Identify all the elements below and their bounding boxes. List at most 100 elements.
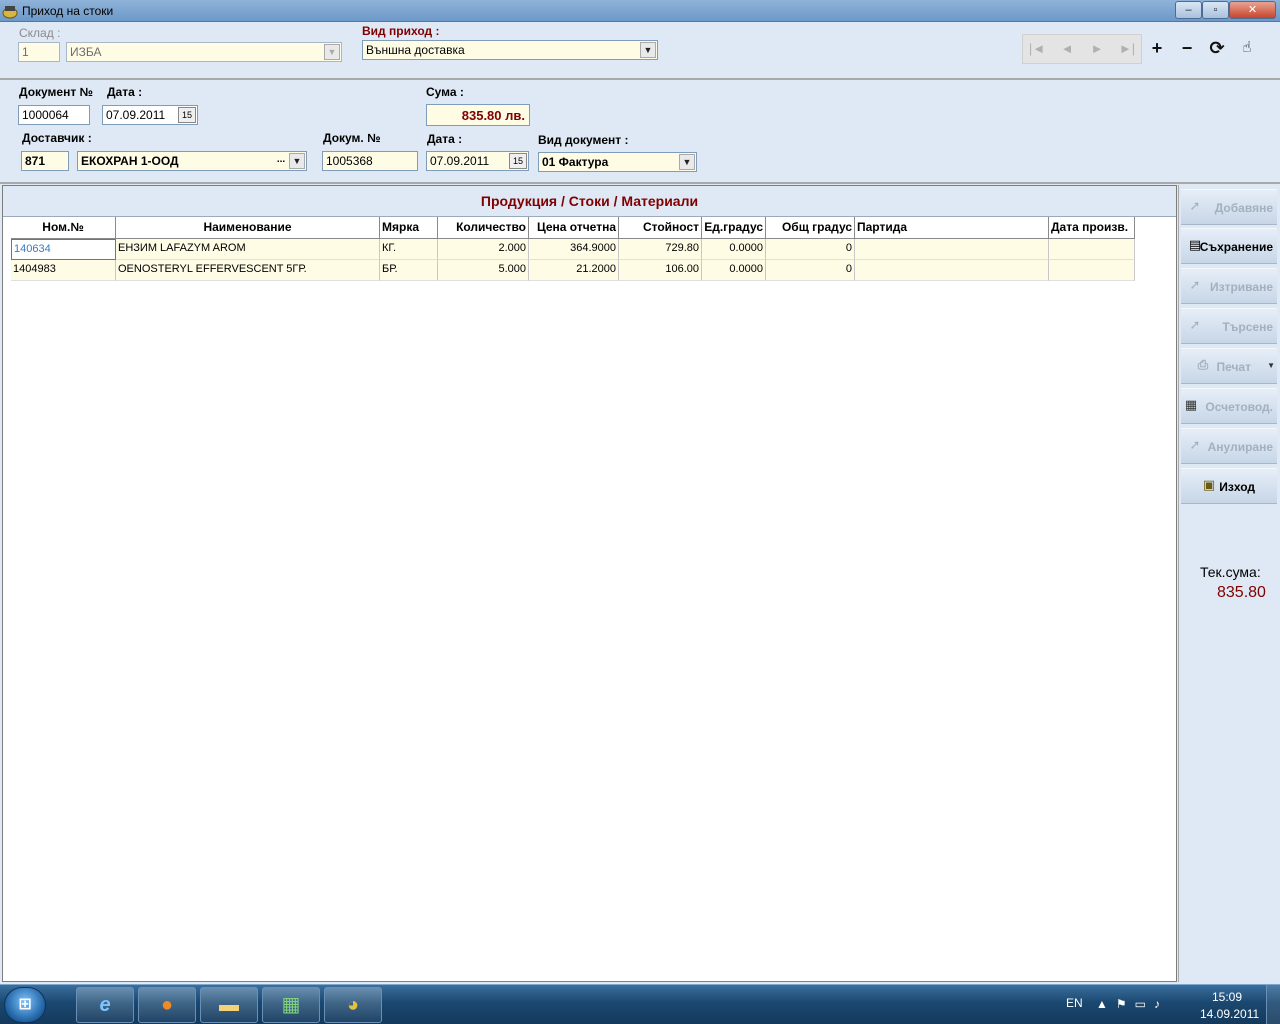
ext-doc-no-label: Докум. № — [323, 131, 381, 145]
cell-total-degree[interactable]: 0 — [766, 260, 855, 281]
income-type-value: Външна доставка — [366, 43, 465, 57]
minimize-button[interactable]: – — [1175, 1, 1202, 19]
save-button[interactable]: ▤ Съхранение — [1181, 228, 1277, 264]
chevron-down-icon[interactable]: ▼ — [289, 153, 305, 169]
taskbar-network-app-button[interactable]: ▦ — [262, 987, 320, 1023]
cell-unit[interactable]: БР. — [380, 260, 438, 281]
cell-price[interactable]: 364.9000 — [529, 239, 619, 260]
hand-icon[interactable]: ☝ — [1236, 38, 1258, 58]
chevron-down-icon[interactable]: ▼ — [679, 154, 695, 170]
ext-doc-no-field[interactable]: 1005368 — [322, 151, 418, 171]
add-button[interactable]: ➚ Добавяне — [1181, 189, 1277, 225]
network-icon[interactable]: ▭ — [1135, 997, 1154, 1011]
flag-icon[interactable]: ⚑ — [1116, 997, 1135, 1011]
doc-type-label: Вид документ : — [538, 133, 629, 147]
supplier-name: ЕКОХРАН 1-ООД — [81, 154, 179, 168]
show-hidden-icons-icon[interactable]: ▲ — [1096, 997, 1116, 1011]
window-title: Приход на стоки — [22, 4, 114, 18]
doc-no-field[interactable]: 1000064 — [18, 105, 90, 125]
browse-icon[interactable]: ... — [274, 153, 288, 169]
column-header[interactable]: Дата произв. — [1049, 217, 1135, 239]
taskbar-active-app-button[interactable]: ◕ — [324, 987, 382, 1023]
cell-production-date[interactable] — [1049, 239, 1135, 260]
column-header[interactable]: Ном.№ — [11, 217, 116, 239]
cell-value[interactable]: 729.80 — [619, 239, 702, 260]
remove-record-icon[interactable]: − — [1176, 38, 1198, 58]
clock-time[interactable]: 15:09 — [1212, 990, 1242, 1004]
cell-price[interactable]: 21.2000 — [529, 260, 619, 281]
cell-code[interactable]: 140634 — [11, 239, 116, 260]
taskbar-ie-button[interactable]: e — [76, 987, 134, 1023]
first-record-icon[interactable]: |◄ — [1027, 41, 1047, 56]
ext-date-value: 07.09.2011 — [430, 154, 490, 168]
chevron-down-icon[interactable]: ▼ — [324, 44, 340, 60]
refresh-icon[interactable]: ⟳ — [1206, 38, 1228, 58]
network-app-icon: ▦ — [281, 994, 301, 1016]
language-indicator[interactable]: EN — [1066, 996, 1083, 1010]
cancel-button[interactable]: ➚ Анулиране — [1181, 428, 1277, 464]
column-header[interactable]: Мярка — [380, 217, 438, 239]
taskbar-explorer-button[interactable]: ▬ — [200, 987, 258, 1023]
column-header[interactable]: Цена отчетна — [529, 217, 619, 239]
taskbar: ⊞ e ● ▬ ▦ ◕ EN ▲⚑▭♪ 15:09 14.09.2011 — [0, 984, 1280, 1024]
cell-total-degree[interactable]: 0 — [766, 239, 855, 260]
accounting-icon: ▦ — [1184, 397, 1198, 412]
taskbar-firefox-button[interactable]: ● — [138, 987, 196, 1023]
cell-batch[interactable] — [855, 260, 1049, 281]
clock-date[interactable]: 14.09.2011 — [1200, 1007, 1259, 1021]
chevron-down-icon[interactable]: ▼ — [640, 42, 656, 58]
column-header[interactable]: Количество — [438, 217, 529, 239]
column-header[interactable]: Общ градус — [766, 217, 855, 239]
maximize-button[interactable]: ▫ — [1202, 1, 1229, 19]
calendar-icon[interactable]: 15 — [178, 107, 196, 123]
column-header[interactable]: Партида — [855, 217, 1049, 239]
search-button[interactable]: ➚ Търсене — [1181, 308, 1277, 344]
cell-production-date[interactable] — [1049, 260, 1135, 281]
document-panel: Документ № Дата : 1000064 07.09.2011 15 … — [0, 80, 1280, 184]
next-record-icon[interactable]: ► — [1087, 41, 1107, 56]
cell-name[interactable]: OENOSTERYL EFFERVESCENT 5ГР. — [116, 260, 380, 281]
chevron-down-icon[interactable]: ▼ — [1267, 361, 1275, 370]
cell-batch[interactable] — [855, 239, 1049, 260]
current-sum-value: 835.80 — [1217, 584, 1266, 601]
cell-name[interactable]: ЕНЗИМ LAFAZYM AROM — [116, 239, 380, 260]
warehouse-label: Склад : — [19, 26, 61, 40]
prev-record-icon[interactable]: ◄ — [1057, 41, 1077, 56]
search-icon: ➚ — [1189, 317, 1201, 332]
cell-quantity[interactable]: 2.000 — [438, 239, 529, 260]
cell-quantity[interactable]: 5.000 — [438, 260, 529, 281]
cell-unit-degree[interactable]: 0.0000 — [702, 239, 766, 260]
firefox-icon: ● — [160, 994, 174, 1016]
ext-date-field[interactable]: 07.09.2011 15 — [426, 151, 529, 171]
supplier-select[interactable]: ЕКОХРАН 1-ООД ... ▼ — [77, 151, 307, 171]
cell-code[interactable]: 1404983 — [11, 260, 116, 281]
date-field[interactable]: 07.09.2011 15 — [102, 105, 198, 125]
income-type-label: Вид приход : — [362, 24, 440, 38]
show-desktop-button[interactable] — [1266, 985, 1280, 1024]
add-record-icon[interactable]: + — [1146, 38, 1168, 58]
warehouse-code-field[interactable]: 1 — [18, 42, 60, 62]
doc-type-select[interactable]: 01 Фактура ▼ — [538, 152, 697, 172]
close-button[interactable]: ✕ — [1229, 1, 1276, 19]
start-button[interactable]: ⊞ — [4, 987, 46, 1023]
calendar-icon[interactable]: 15 — [509, 153, 527, 169]
header-panel: Склад : 1 ИЗБА ▼ Вид приход : Външна дос… — [0, 22, 1280, 80]
volume-icon[interactable]: ♪ — [1154, 997, 1168, 1011]
exit-button[interactable]: ▣ Изход — [1181, 468, 1277, 504]
current-sum-label: Тек.сума: — [1200, 564, 1261, 580]
supplier-code-field[interactable]: 871 — [21, 151, 69, 171]
cell-unit-degree[interactable]: 0.0000 — [702, 260, 766, 281]
warehouse-select[interactable]: ИЗБА ▼ — [66, 42, 342, 62]
last-record-icon[interactable]: ►| — [1117, 41, 1137, 56]
income-type-select[interactable]: Външна доставка ▼ — [362, 40, 658, 60]
accounting-button[interactable]: ▦ Осчетовод. — [1181, 388, 1277, 424]
print-button[interactable]: ⎙ Печат ▼ — [1181, 348, 1277, 384]
column-header[interactable]: Стойност — [619, 217, 702, 239]
sum-label: Сума : — [426, 85, 464, 99]
exit-icon: ▣ — [1202, 477, 1216, 492]
cell-unit[interactable]: КГ. — [380, 239, 438, 260]
delete-button[interactable]: ➚ Изтриване — [1181, 268, 1277, 304]
column-header[interactable]: Ед.градус — [702, 217, 766, 239]
cell-value[interactable]: 106.00 — [619, 260, 702, 281]
column-header[interactable]: Наименование — [116, 217, 380, 239]
